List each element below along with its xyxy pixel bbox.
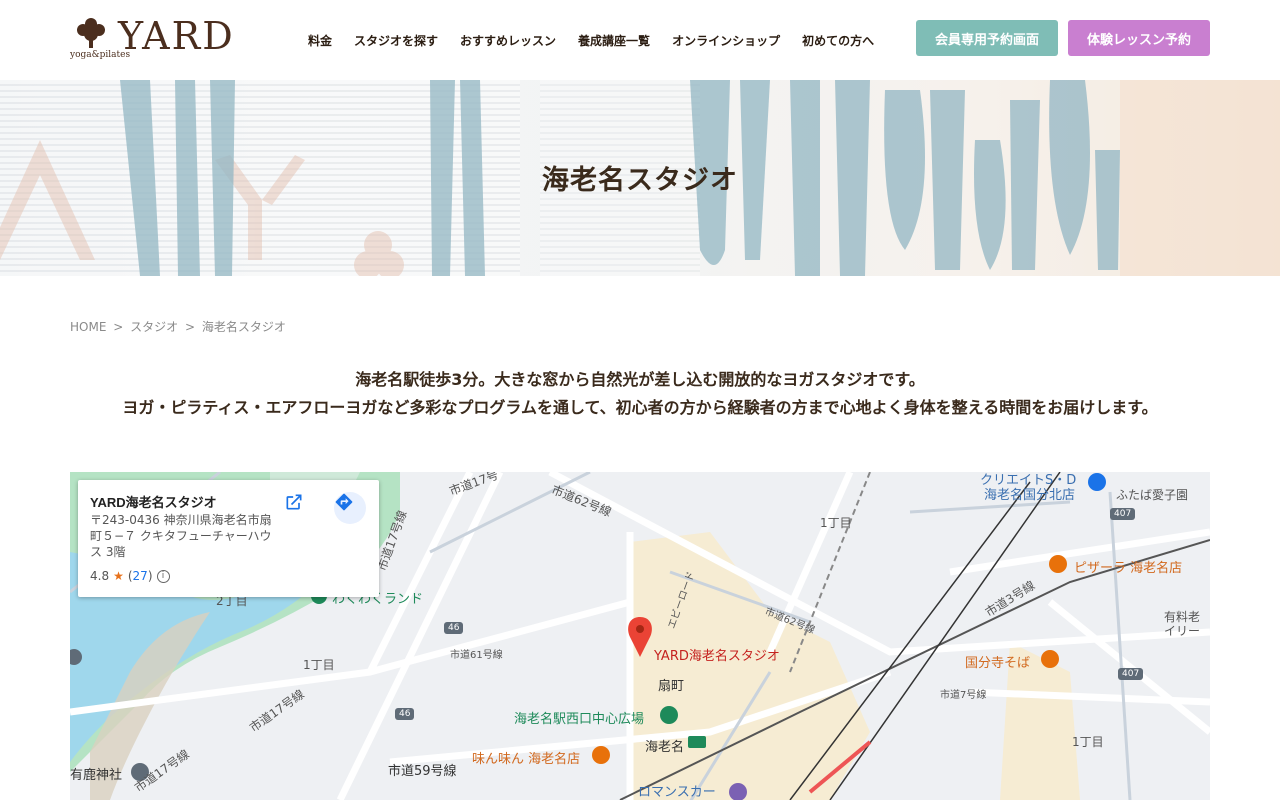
studio-intro: 海老名駅徒歩3分。大きな窓から自然光が差し込む開放的なヨガスタジオです。 ヨガ・… [70, 366, 1210, 422]
route-407-badge: 407 [1118, 668, 1144, 680]
route-407-badge: 407 [1110, 508, 1136, 520]
breadcrumb: HOME > スタジオ > 海老名スタジオ [70, 318, 289, 335]
main-nav: 料金 スタジオを探す おすすめレッスン 養成講座一覧 オンラインショップ 初めて… [300, 0, 888, 80]
logo-text: YARD [118, 14, 235, 58]
directions-icon[interactable] [334, 492, 366, 524]
yard-logo[interactable]: YARD yoga&pilates [70, 14, 255, 64]
road-label: 市道61号線 [450, 650, 503, 661]
place-rating: 4.8 ★ (27) i [90, 569, 170, 583]
studio-map-label[interactable]: YARD海老名スタジオ [654, 645, 780, 664]
road-label: 市道59号線 [388, 764, 457, 779]
logo-subtext: yoga&pilates [70, 50, 131, 60]
breadcrumb-separator: > [184, 320, 196, 334]
breadcrumb-home[interactable]: HOME [70, 320, 106, 334]
nav-first-time[interactable]: 初めての方へ [802, 32, 874, 49]
romancecar-poi-label[interactable]: ロマンスカー [638, 781, 716, 800]
kindergarten-poi-label[interactable]: ふたば愛子園 [1116, 486, 1188, 503]
trial-lesson-button[interactable]: 体験レッスン予約 [1068, 20, 1210, 56]
nav-pricing[interactable]: 料金 [308, 32, 332, 49]
intro-line-2: ヨガ・ピラティス・エアフローヨガなど多彩なプログラムを通して、初心者の方から経験… [122, 398, 1158, 417]
shrine-poi-label[interactable]: 有鹿神社 [70, 764, 122, 783]
plaza-poi-label[interactable]: 海老名駅西口中心広場 [514, 708, 644, 727]
road-label: 市道7号線 [940, 690, 987, 701]
poi-label[interactable]: イリー [1164, 622, 1200, 639]
star-icon: ★ [113, 569, 124, 583]
breadcrumb-studio[interactable]: スタジオ [130, 320, 178, 334]
nav-training-courses[interactable]: 養成講座一覧 [578, 32, 650, 49]
nav-find-studio[interactable]: スタジオを探す [354, 32, 438, 49]
nav-recommended-lessons[interactable]: おすすめレッスン [460, 32, 556, 49]
reviews-count-link[interactable]: 27 [133, 569, 148, 583]
district-label: 1丁目 [820, 516, 852, 530]
place-info-card: YARD海老名スタジオ 〒243-0436 神奈川県海老名市扇町５−７ クキタフ… [78, 480, 379, 597]
info-icon[interactable]: i [156, 569, 170, 583]
breadcrumb-current: 海老名スタジオ [201, 320, 286, 334]
page-title: 海老名スタジオ [542, 165, 738, 196]
ogimachi-label: 扇町 [658, 679, 685, 694]
google-map[interactable]: YARD海老名スタジオ 扇町 海老名駅西口中心広場 海老名 味ん味ん 海老名店 … [70, 472, 1210, 800]
route-46-badge: 46 [395, 708, 415, 720]
district-label: 1丁目 [1072, 735, 1104, 749]
hero-banner: 海老名スタジオ [0, 80, 1280, 276]
tree-logo-icon [77, 18, 105, 48]
place-name: YARD海老名スタジオ [90, 495, 217, 510]
site-header: YARD yoga&pilates 料金 スタジオを探す おすすめレッスン 養成… [0, 0, 1280, 80]
soba-poi-label[interactable]: 国分寺そば [965, 652, 1030, 671]
open-in-new-icon[interactable] [284, 492, 316, 524]
reviews-count-wrapper[interactable]: (27) [128, 569, 153, 583]
drugstore-poi-label-2[interactable]: 海老名国分北店 [984, 484, 1075, 503]
rating-value: 4.8 [90, 569, 110, 583]
route-46-badge: 46 [444, 622, 464, 634]
breadcrumb-separator: > [113, 320, 124, 334]
ebina-station-label[interactable]: 海老名 [645, 736, 684, 755]
intro-line-1: 海老名駅徒歩3分。大きな窓から自然光が差し込む開放的なヨガスタジオです。 [355, 370, 925, 389]
pizza-poi-label[interactable]: ピザーラ 海老名店 [1074, 557, 1182, 576]
member-booking-button[interactable]: 会員専用予約画面 [916, 20, 1058, 56]
restaurant-poi-label[interactable]: 味ん味ん 海老名店 [472, 748, 580, 767]
place-address: 〒243-0436 神奈川県海老名市扇町５−７ クキタフューチャーハウス 3階 [90, 513, 272, 559]
district-label: 1丁目 [303, 658, 335, 672]
nav-online-shop[interactable]: オンラインショップ [672, 32, 780, 49]
